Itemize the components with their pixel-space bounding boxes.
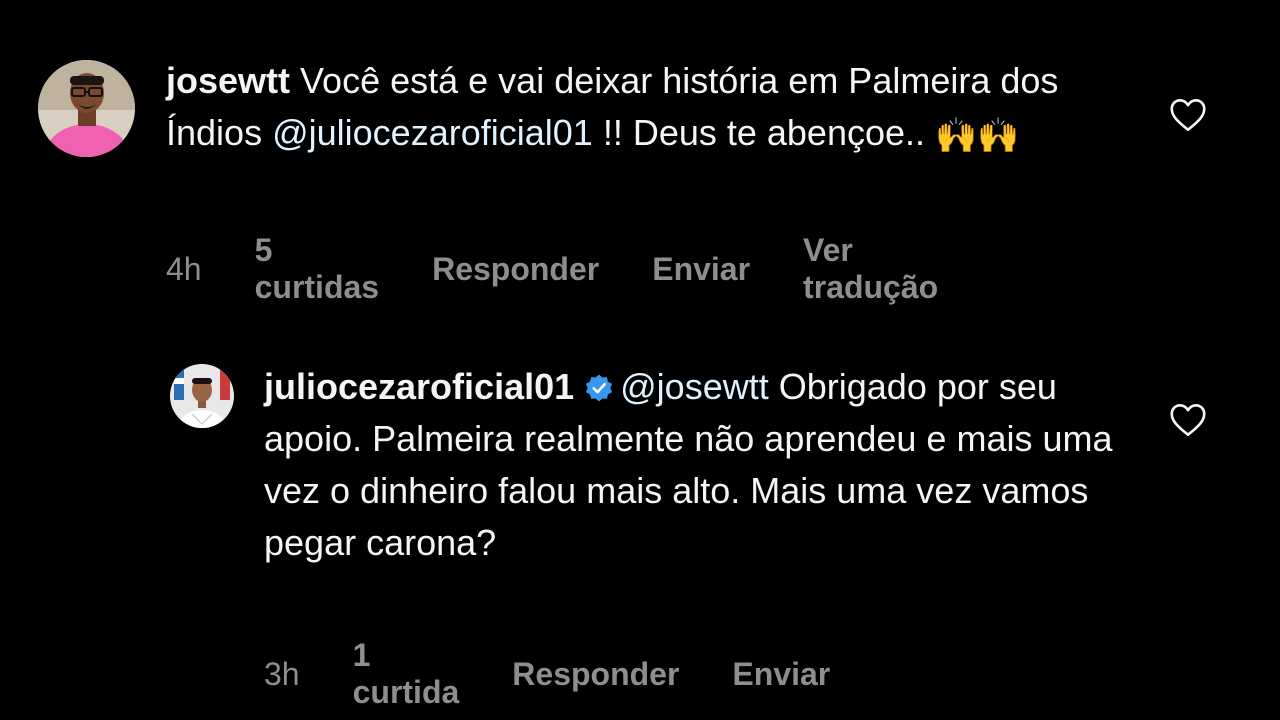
comments-screen: josewtt Você está e vai deixar história … bbox=[0, 0, 1280, 720]
send-button[interactable]: Enviar bbox=[652, 251, 750, 288]
comment-body-after: !! Deus te abençoe.. bbox=[602, 112, 926, 153]
avatar-photo bbox=[38, 60, 135, 157]
avatar-photo bbox=[170, 364, 234, 428]
avatar[interactable] bbox=[170, 364, 234, 428]
heart-outline-icon[interactable] bbox=[1169, 403, 1207, 437]
mention-link[interactable]: @josewtt bbox=[620, 366, 769, 407]
comment-text: josewtt Você está e vai deixar história … bbox=[166, 55, 1126, 162]
comment-username[interactable]: josewtt bbox=[166, 60, 290, 101]
comment-meta: 4h 5 curtidas Responder Enviar Ver tradu… bbox=[166, 232, 991, 306]
verified-badge-icon bbox=[586, 374, 613, 402]
comment-username[interactable]: juliocezaroficial01 bbox=[264, 366, 574, 407]
comment-meta: 3h 1 curtida Responder Enviar bbox=[264, 637, 883, 711]
comment-time: 3h bbox=[264, 655, 300, 692]
reply-button[interactable]: Responder bbox=[512, 656, 679, 693]
raising-hands-emoji: 🙌🙌 bbox=[935, 117, 1020, 155]
heart-outline-icon[interactable] bbox=[1169, 98, 1207, 132]
mention-link[interactable]: @juliocezaroficial01 bbox=[272, 112, 593, 153]
likes-count[interactable]: 5 curtidas bbox=[255, 232, 379, 306]
see-translation-button[interactable]: Ver tradução bbox=[803, 232, 938, 306]
avatar[interactable] bbox=[38, 60, 135, 157]
comment-time: 4h bbox=[166, 250, 202, 287]
reply-text: juliocezaroficial01 @josewtt Obrigado po… bbox=[264, 361, 1144, 569]
likes-count[interactable]: 1 curtida bbox=[353, 637, 460, 711]
reply-button[interactable]: Responder bbox=[432, 251, 599, 288]
send-button[interactable]: Enviar bbox=[732, 656, 830, 693]
